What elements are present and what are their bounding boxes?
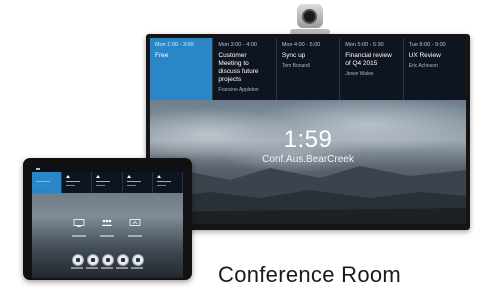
slot-organizer: Jesse Wales xyxy=(345,71,374,77)
slot-time: Mon 5:00 - 5:30 xyxy=(345,42,384,48)
display-icon xyxy=(73,219,85,227)
slot-time: Mon 3:00 - 4:00 xyxy=(218,42,257,48)
call-button[interactable] xyxy=(102,254,114,266)
tv-calendar-strip: Mon 1:00 - 3:00 Free Mon 3:00 - 4:00 Cus… xyxy=(150,38,466,100)
call-icon xyxy=(106,258,110,262)
calendar-slot[interactable]: Mon 5:00 - 5:30 Financial review of Q4 2… xyxy=(340,38,404,100)
slot-title: Customer Meeting to discuss future proje… xyxy=(218,52,259,83)
tablet-call-controls xyxy=(32,254,183,274)
slot-time: Mon 1:00 - 3:00 xyxy=(155,42,194,48)
dial-icon xyxy=(91,258,95,262)
screen-share-icon xyxy=(129,219,141,226)
tv-screen: Mon 1:00 - 3:00 Free Mon 3:00 - 4:00 Cus… xyxy=(150,38,466,224)
dial-button[interactable] xyxy=(87,254,99,266)
webcam xyxy=(290,2,330,36)
slot-time: Tue 8:00 - 9:00 xyxy=(408,42,446,48)
calendar-slot[interactable]: Mon 3:00 - 4:00 Customer Meeting to disc… xyxy=(213,38,277,100)
add-icon xyxy=(121,258,125,262)
slot-organizer: Francine Appleton xyxy=(218,87,259,93)
stop-button[interactable] xyxy=(72,254,84,266)
touch-panel-tablet xyxy=(23,158,192,280)
clock-time: 1:59 xyxy=(283,126,333,153)
screen-share-button[interactable] xyxy=(126,214,144,237)
tablet-calendar-slot[interactable] xyxy=(123,172,153,193)
tablet-calendar-strip xyxy=(32,172,183,193)
display-button[interactable] xyxy=(70,214,88,237)
tablet-screen xyxy=(32,166,183,278)
slot-organizer: Eric Acheson xyxy=(408,63,438,69)
tablet-calendar-slot[interactable] xyxy=(92,172,123,193)
stop-icon xyxy=(76,258,80,262)
calendar-slot[interactable]: Tue 8:00 - 9:00 UX Review Eric Acheson xyxy=(404,38,466,100)
slot-title: Sync up xyxy=(281,52,306,59)
tablet-calendar-slot[interactable] xyxy=(153,172,183,193)
slot-title: Free xyxy=(155,52,169,59)
tablet-calendar-slot[interactable] xyxy=(62,172,93,193)
slot-title: Financial review of Q4 2015 xyxy=(345,52,392,67)
webcam-lens-icon xyxy=(304,11,315,22)
room-name: Conf.Aus.BearCreek xyxy=(262,154,354,165)
calendar-slot[interactable]: Mon 4:00 - 5:00 Sync up Tom Bonardi xyxy=(277,38,341,100)
people-icon xyxy=(101,219,113,226)
slot-time: Mon 4:00 - 5:00 xyxy=(281,42,321,48)
record-icon xyxy=(136,258,140,262)
people-button[interactable] xyxy=(98,214,116,237)
record-button[interactable] xyxy=(132,254,144,266)
add-button[interactable] xyxy=(117,254,129,266)
tablet-calendar-slot[interactable] xyxy=(32,172,63,193)
menu-icon[interactable] xyxy=(36,168,40,170)
tv-display: Mon 1:00 - 3:00 Free Mon 3:00 - 4:00 Cus… xyxy=(146,34,470,230)
caption-text: Conference Room xyxy=(218,262,402,287)
tablet-action-row xyxy=(32,214,183,244)
calendar-slot[interactable]: Mon 1:00 - 3:00 Free xyxy=(150,38,214,100)
slot-organizer: Tom Bonardi xyxy=(281,63,310,69)
slot-title: UX Review xyxy=(408,52,441,59)
